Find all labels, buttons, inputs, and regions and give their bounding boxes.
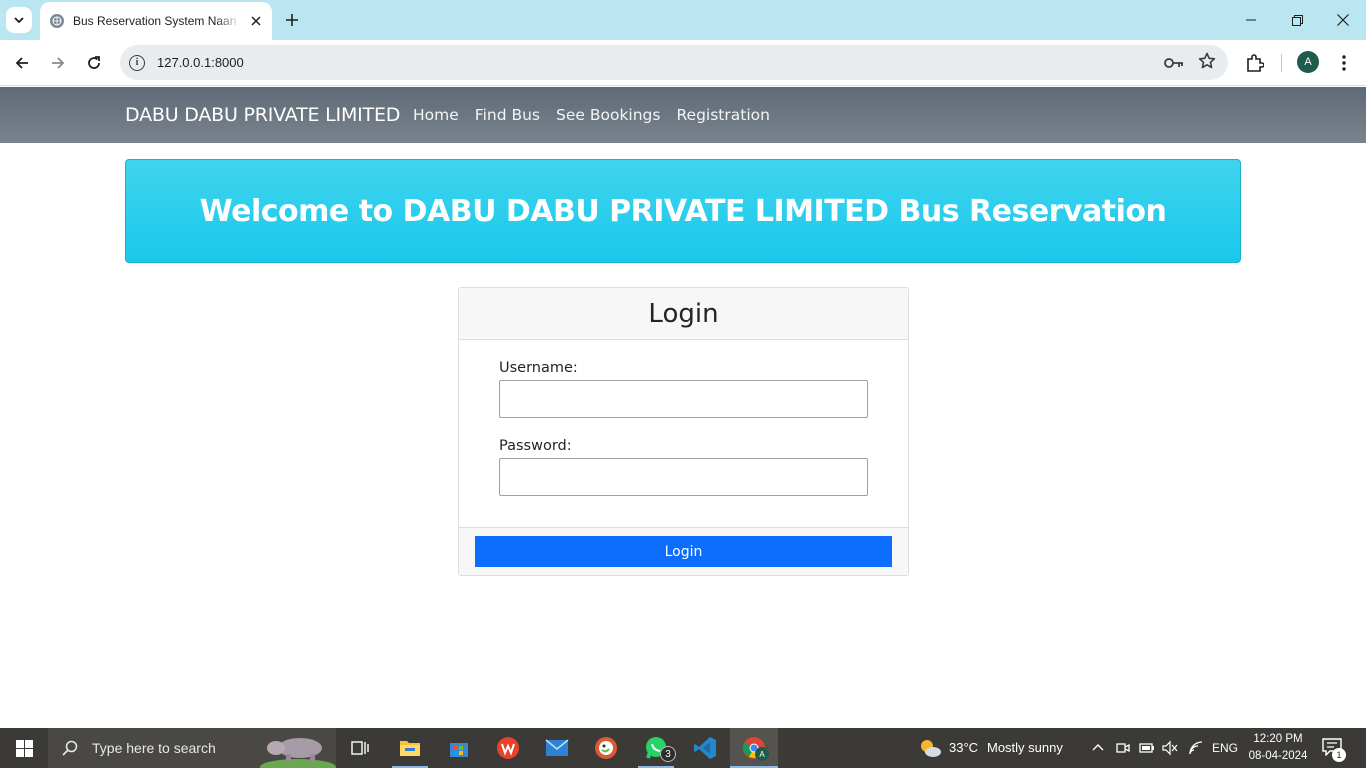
browser-menu-button[interactable] xyxy=(1332,50,1356,76)
new-tab-button[interactable] xyxy=(282,10,302,30)
whatsapp-unread-badge: 3 xyxy=(660,746,676,762)
browser-toolbar: i 127.0.0.1:8000 A xyxy=(0,40,1366,86)
site-navbar: DABU DABU PRIVATE LIMITED Home Find Bus … xyxy=(0,87,1366,143)
weather-temperature[interactable]: 33°C xyxy=(949,740,978,755)
puzzle-icon xyxy=(1247,54,1264,72)
bookmark-star-icon[interactable] xyxy=(1198,52,1216,74)
extensions-button[interactable] xyxy=(1242,50,1268,76)
wifi-icon[interactable] xyxy=(1188,740,1204,756)
restore-button[interactable] xyxy=(1282,6,1312,34)
browser-tabstrip: Bus Reservation System Naan Mu xyxy=(0,0,1366,40)
password-key-icon[interactable] xyxy=(1164,54,1184,73)
notification-center-button[interactable]: 1 xyxy=(1322,738,1346,762)
wps-office-icon xyxy=(497,737,519,759)
close-icon xyxy=(1337,14,1349,26)
profile-avatar[interactable]: A xyxy=(1297,51,1319,73)
whatsapp-button[interactable]: 3 xyxy=(632,728,680,768)
nav-link-home[interactable]: Home xyxy=(413,106,459,124)
windows-taskbar: Type here to search 3 A 33°C Mostly sunn… xyxy=(0,728,1366,768)
arrow-right-icon xyxy=(52,57,65,69)
toolbar-divider xyxy=(1281,54,1282,72)
login-title: Login xyxy=(648,298,719,329)
input-language[interactable]: ENG xyxy=(1212,741,1238,755)
login-card-header: Login xyxy=(459,288,908,340)
minimize-button[interactable] xyxy=(1236,6,1266,34)
minimize-icon xyxy=(1246,19,1256,21)
tab-search-button[interactable] xyxy=(6,7,32,33)
address-url[interactable]: 127.0.0.1:8000 xyxy=(157,55,244,70)
chevron-up-icon[interactable] xyxy=(1092,743,1104,751)
login-card: Login Username: Password: Login xyxy=(458,287,909,576)
wps-office-button[interactable] xyxy=(484,728,532,768)
kebab-menu-icon xyxy=(1342,55,1346,71)
duckduckgo-icon xyxy=(595,737,617,759)
login-form: Username: Password: xyxy=(459,340,908,528)
weather-partly-sunny-icon[interactable] xyxy=(918,738,942,758)
username-input[interactable] xyxy=(499,380,868,418)
password-input[interactable] xyxy=(499,458,868,496)
volume-muted-icon[interactable] xyxy=(1162,740,1178,756)
nav-link-registration[interactable]: Registration xyxy=(676,106,769,124)
welcome-title: Welcome to DABU DABU PRIVATE LIMITED Bus… xyxy=(199,193,1167,229)
hippo-search-highlight-icon xyxy=(260,738,336,768)
search-placeholder: Type here to search xyxy=(92,740,216,756)
store-icon xyxy=(450,743,468,757)
file-explorer-button[interactable] xyxy=(386,728,434,768)
start-button[interactable] xyxy=(0,728,48,768)
site-info-icon[interactable]: i xyxy=(129,54,145,71)
plus-icon xyxy=(286,14,298,26)
username-label: Username: xyxy=(499,360,578,376)
microsoft-store-button[interactable] xyxy=(435,728,483,768)
arrow-left-icon xyxy=(15,57,28,69)
chevron-down-icon xyxy=(14,17,24,23)
login-card-footer: Login xyxy=(459,527,908,575)
reload-button[interactable] xyxy=(81,50,107,76)
site-brand[interactable]: DABU DABU PRIVATE LIMITED xyxy=(125,104,400,126)
browser-tab-active[interactable]: Bus Reservation System Naan Mu xyxy=(40,2,272,40)
close-tab-icon[interactable] xyxy=(248,13,264,29)
nav-link-see-bookings[interactable]: See Bookings xyxy=(556,106,660,124)
vscode-icon xyxy=(694,737,716,759)
welcome-banner: Welcome to DABU DABU PRIVATE LIMITED Bus… xyxy=(125,159,1241,263)
chrome-profile-badge: A xyxy=(755,747,769,761)
chrome-button[interactable]: A xyxy=(730,728,778,768)
task-view-button[interactable] xyxy=(336,728,384,768)
task-view-icon xyxy=(351,741,369,755)
battery-icon[interactable] xyxy=(1139,741,1155,755)
nav-links: Home Find Bus See Bookings Registration xyxy=(413,106,786,124)
vscode-button[interactable] xyxy=(681,728,729,768)
taskbar-clock[interactable]: 12:20 PM 08-04-2024 xyxy=(1244,731,1312,765)
tab-title: Bus Reservation System Naan Mu xyxy=(73,14,241,28)
windows-logo-icon xyxy=(15,739,33,757)
duckduckgo-button[interactable] xyxy=(582,728,630,768)
password-label: Password: xyxy=(499,438,572,454)
mail-button[interactable] xyxy=(533,728,581,768)
address-bar[interactable]: i 127.0.0.1:8000 xyxy=(120,45,1228,80)
reload-icon xyxy=(88,56,100,69)
folder-icon xyxy=(400,741,420,756)
clock-date: 08-04-2024 xyxy=(1248,750,1308,762)
nav-link-find-bus[interactable]: Find Bus xyxy=(475,106,540,124)
taskbar-search-box[interactable]: Type here to search xyxy=(48,728,336,768)
mail-icon xyxy=(545,739,569,756)
search-icon xyxy=(62,740,78,756)
login-button[interactable]: Login xyxy=(475,536,892,567)
weather-description[interactable]: Mostly sunny xyxy=(987,740,1063,755)
restore-icon xyxy=(1291,14,1303,26)
notification-count-badge: 1 xyxy=(1332,748,1346,762)
back-button[interactable] xyxy=(9,50,35,76)
clock-time: 12:20 PM xyxy=(1253,733,1303,745)
meet-now-icon[interactable] xyxy=(1116,740,1130,756)
close-window-button[interactable] xyxy=(1328,6,1358,34)
forward-button[interactable] xyxy=(45,50,71,76)
globe-icon xyxy=(50,14,64,28)
